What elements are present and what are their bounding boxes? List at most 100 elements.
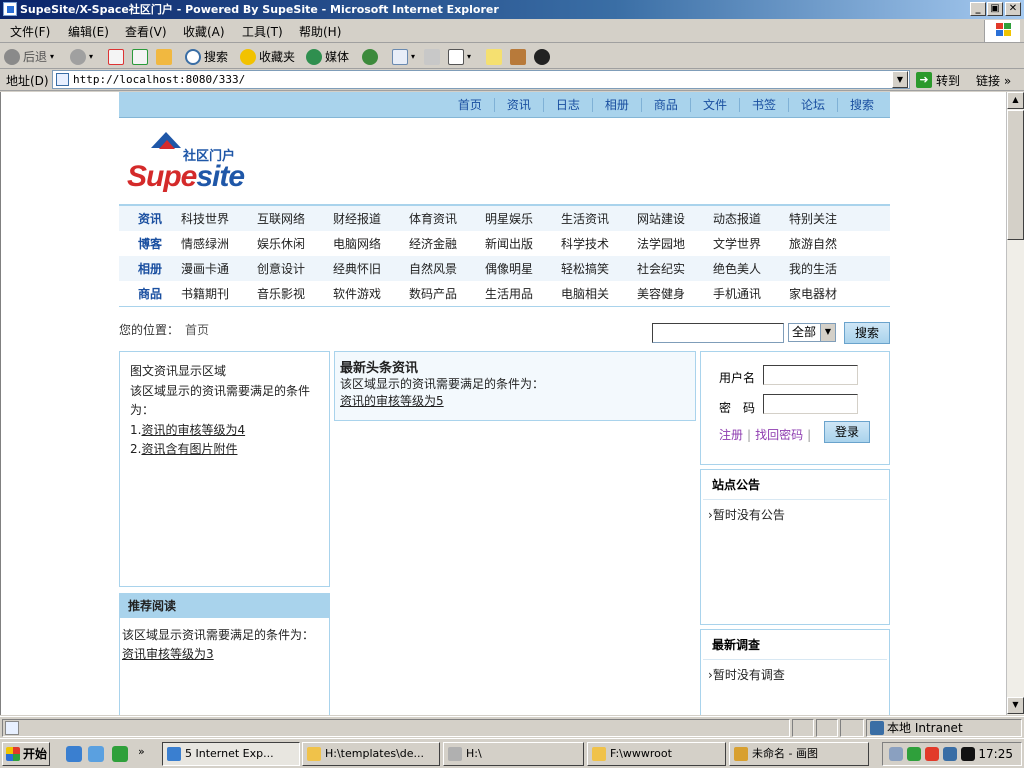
minimize-button[interactable]: _ — [970, 2, 986, 16]
category-link[interactable]: 旅游自然 — [789, 235, 865, 252]
media-toolbar-button[interactable]: 媒体 — [306, 48, 349, 66]
history-button[interactable] — [362, 48, 378, 66]
taskbar-ie-group[interactable]: 5 Internet Exp... — [162, 742, 300, 766]
topnav-album[interactable]: 相册 — [591, 97, 641, 112]
menu-file[interactable]: 文件(F) — [10, 23, 50, 40]
topnav-blog[interactable]: 日志 — [542, 97, 592, 112]
category-link[interactable]: 网站建设 — [637, 210, 713, 227]
category-link[interactable]: 生活用品 — [485, 285, 561, 302]
category-link[interactable]: 漫画卡通 — [181, 260, 257, 277]
username-input[interactable] — [763, 365, 858, 385]
category-link[interactable]: 美容健身 — [637, 285, 713, 302]
password-input[interactable] — [763, 394, 858, 414]
headline-cond-link[interactable]: 资讯的审核等级为5 — [340, 393, 690, 410]
tray-icon[interactable] — [961, 747, 975, 761]
category-link[interactable]: 软件游戏 — [333, 285, 409, 302]
category-link[interactable]: 书籍期刊 — [181, 285, 257, 302]
topnav-news[interactable]: 资讯 — [493, 97, 543, 112]
category-link[interactable]: 数码产品 — [409, 285, 485, 302]
menu-favorites[interactable]: 收藏(A) — [183, 23, 225, 40]
category-link[interactable]: 手机通讯 — [713, 285, 789, 302]
category-link[interactable]: 科学技术 — [561, 235, 637, 252]
favorites-toolbar-button[interactable]: 收藏夹 — [240, 48, 295, 66]
category-link[interactable]: 音乐影视 — [257, 285, 333, 302]
category-link[interactable]: 体育资讯 — [409, 210, 485, 227]
taskbar-paint[interactable]: 未命名 - 画图 — [729, 742, 869, 766]
site-search-button[interactable]: 搜索 — [844, 322, 890, 344]
site-search-input[interactable] — [652, 323, 784, 343]
category-link[interactable]: 电脑相关 — [561, 285, 637, 302]
topnav-search[interactable]: 搜索 — [836, 97, 886, 112]
tray-icon[interactable] — [907, 747, 921, 761]
print-button[interactable] — [424, 48, 440, 66]
category-link[interactable]: 绝色美人 — [713, 260, 789, 277]
topnav-forum[interactable]: 论坛 — [787, 97, 837, 112]
home-button[interactable] — [156, 48, 172, 66]
category-link[interactable]: 经济金融 — [409, 235, 485, 252]
tray-icon[interactable] — [943, 747, 957, 761]
category-link[interactable]: 家电器材 — [789, 285, 865, 302]
mail-button[interactable]: ▾ — [392, 48, 415, 66]
taskbar-drive-h[interactable]: H:\ — [443, 742, 584, 766]
category-link[interactable]: 法学园地 — [637, 235, 713, 252]
category-link[interactable]: 轻松搞笑 — [561, 260, 637, 277]
vertical-scrollbar[interactable]: ▲ ▼ — [1006, 92, 1024, 715]
tray-icon[interactable] — [889, 747, 903, 761]
address-dropdown-icon[interactable]: ▼ — [892, 71, 908, 88]
messenger-button[interactable] — [510, 48, 526, 66]
forgot-password-link[interactable]: 找回密码 — [755, 428, 803, 442]
category-link[interactable]: 特别关注 — [789, 210, 865, 227]
site-logo[interactable]: 社区门户 Supesite — [119, 118, 890, 204]
category-link[interactable]: 文学世界 — [713, 235, 789, 252]
category-link[interactable]: 情感绿洲 — [181, 235, 257, 252]
category-link[interactable]: 动态报道 — [713, 210, 789, 227]
topnav-goods[interactable]: 商品 — [640, 97, 690, 112]
register-link[interactable]: 注册 — [719, 428, 743, 442]
category-link[interactable]: 电脑网络 — [333, 235, 409, 252]
topnav-home[interactable]: 首页 — [446, 98, 494, 112]
recommend-cond-link[interactable]: 资讯审核等级为3 — [122, 645, 327, 664]
stop-button[interactable] — [108, 48, 124, 66]
menu-tools[interactable]: 工具(T) — [242, 23, 283, 40]
category-head[interactable]: 相册 — [119, 260, 181, 277]
ie-quicklaunch-icon[interactable] — [66, 746, 82, 762]
location-home-link[interactable]: 首页 — [185, 321, 209, 338]
links-button[interactable]: 链接 » — [976, 72, 1011, 89]
site-search-scope-select[interactable]: 全部 ▼ — [788, 323, 836, 342]
category-link[interactable]: 创意设计 — [257, 260, 333, 277]
back-button[interactable]: 后退 ▾ — [4, 48, 54, 66]
category-link[interactable]: 科技世界 — [181, 210, 257, 227]
edit-button[interactable]: ▾ — [448, 48, 471, 66]
start-button[interactable]: 开始 — [2, 742, 50, 766]
menu-edit[interactable]: 编辑(E) — [68, 23, 109, 40]
go-button[interactable]: ➜ 转到 — [916, 71, 960, 89]
category-link[interactable]: 我的生活 — [789, 260, 865, 277]
qq-button[interactable] — [534, 48, 550, 66]
search-toolbar-button[interactable]: 搜索 — [185, 48, 228, 66]
menu-view[interactable]: 查看(V) — [125, 23, 167, 40]
category-link[interactable]: 经典怀旧 — [333, 260, 409, 277]
address-input[interactable]: http://localhost:8080/333/ — [52, 70, 910, 89]
taskbar-folder-wwwroot[interactable]: F:\wwwroot — [587, 742, 726, 766]
category-link[interactable]: 自然风景 — [409, 260, 485, 277]
quicklaunch-chevron-icon[interactable]: » — [138, 745, 145, 758]
media-player-quicklaunch-icon[interactable] — [112, 746, 128, 762]
category-link[interactable]: 新闻出版 — [485, 235, 561, 252]
topnav-bookmarks[interactable]: 书签 — [738, 97, 788, 112]
menu-help[interactable]: 帮助(H) — [299, 23, 341, 40]
category-link[interactable]: 偶像明星 — [485, 260, 561, 277]
forward-button[interactable]: ▾ — [70, 48, 93, 66]
scroll-thumb[interactable] — [1007, 110, 1024, 240]
scroll-up-icon[interactable]: ▲ — [1007, 92, 1024, 109]
maximize-button[interactable]: ▣ — [987, 2, 1003, 16]
close-button[interactable]: ✕ — [1005, 2, 1021, 16]
qq-tray-icon[interactable] — [925, 747, 939, 761]
refresh-button[interactable] — [132, 48, 148, 66]
taskbar-folder-templates[interactable]: H:\templates\de... — [302, 742, 440, 766]
category-link[interactable]: 社会纪实 — [637, 260, 713, 277]
category-link[interactable]: 财经报道 — [333, 210, 409, 227]
discuss-button[interactable] — [486, 48, 502, 66]
topnav-files[interactable]: 文件 — [689, 97, 739, 112]
category-link[interactable]: 生活资讯 — [561, 210, 637, 227]
image-news-cond1[interactable]: 1.资讯的审核等级为4 — [130, 421, 319, 441]
